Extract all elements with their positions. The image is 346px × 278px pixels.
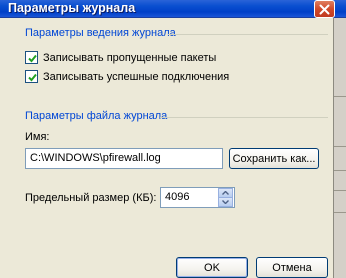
log-successful-connections-checkbox[interactable] (25, 70, 38, 83)
chevron-up-icon (222, 191, 229, 195)
title-bar[interactable]: Параметры журнала (0, 0, 346, 18)
checkmark-icon (28, 73, 37, 82)
log-dropped-packets-label: Записывать пропущенные пакеты (43, 51, 217, 64)
logging-section-divider (168, 34, 328, 35)
log-successful-connections-label: Записывать успешные подключения (43, 70, 230, 83)
window-title: Параметры журнала (8, 1, 136, 15)
chevron-down-icon (222, 200, 229, 204)
logfile-section-divider (160, 117, 328, 118)
background-window-strip (333, 18, 346, 278)
size-spin-down-button[interactable] (218, 197, 233, 207)
name-label: Имя: (25, 131, 50, 143)
checkmark-icon (28, 54, 37, 63)
log-dropped-packets-option[interactable]: Записывать пропущенные пакеты (25, 51, 216, 64)
save-as-button[interactable]: Сохранить как... (229, 148, 319, 169)
cancel-button[interactable]: Отмена (256, 257, 328, 278)
close-button[interactable] (314, 0, 335, 18)
logging-section-title: Параметры ведения журнала (25, 27, 176, 39)
log-successful-connections-option[interactable]: Записывать успешные подключения (25, 70, 229, 83)
log-dropped-packets-checkbox[interactable] (25, 51, 38, 64)
ok-button[interactable]: OK (176, 257, 248, 278)
log-path-input[interactable]: C:\WINDOWS\pfirewall.log (25, 148, 223, 169)
size-limit-label: Предельный размер (КБ): (25, 192, 157, 204)
logfile-section-title: Параметры файла журнала (25, 110, 168, 122)
